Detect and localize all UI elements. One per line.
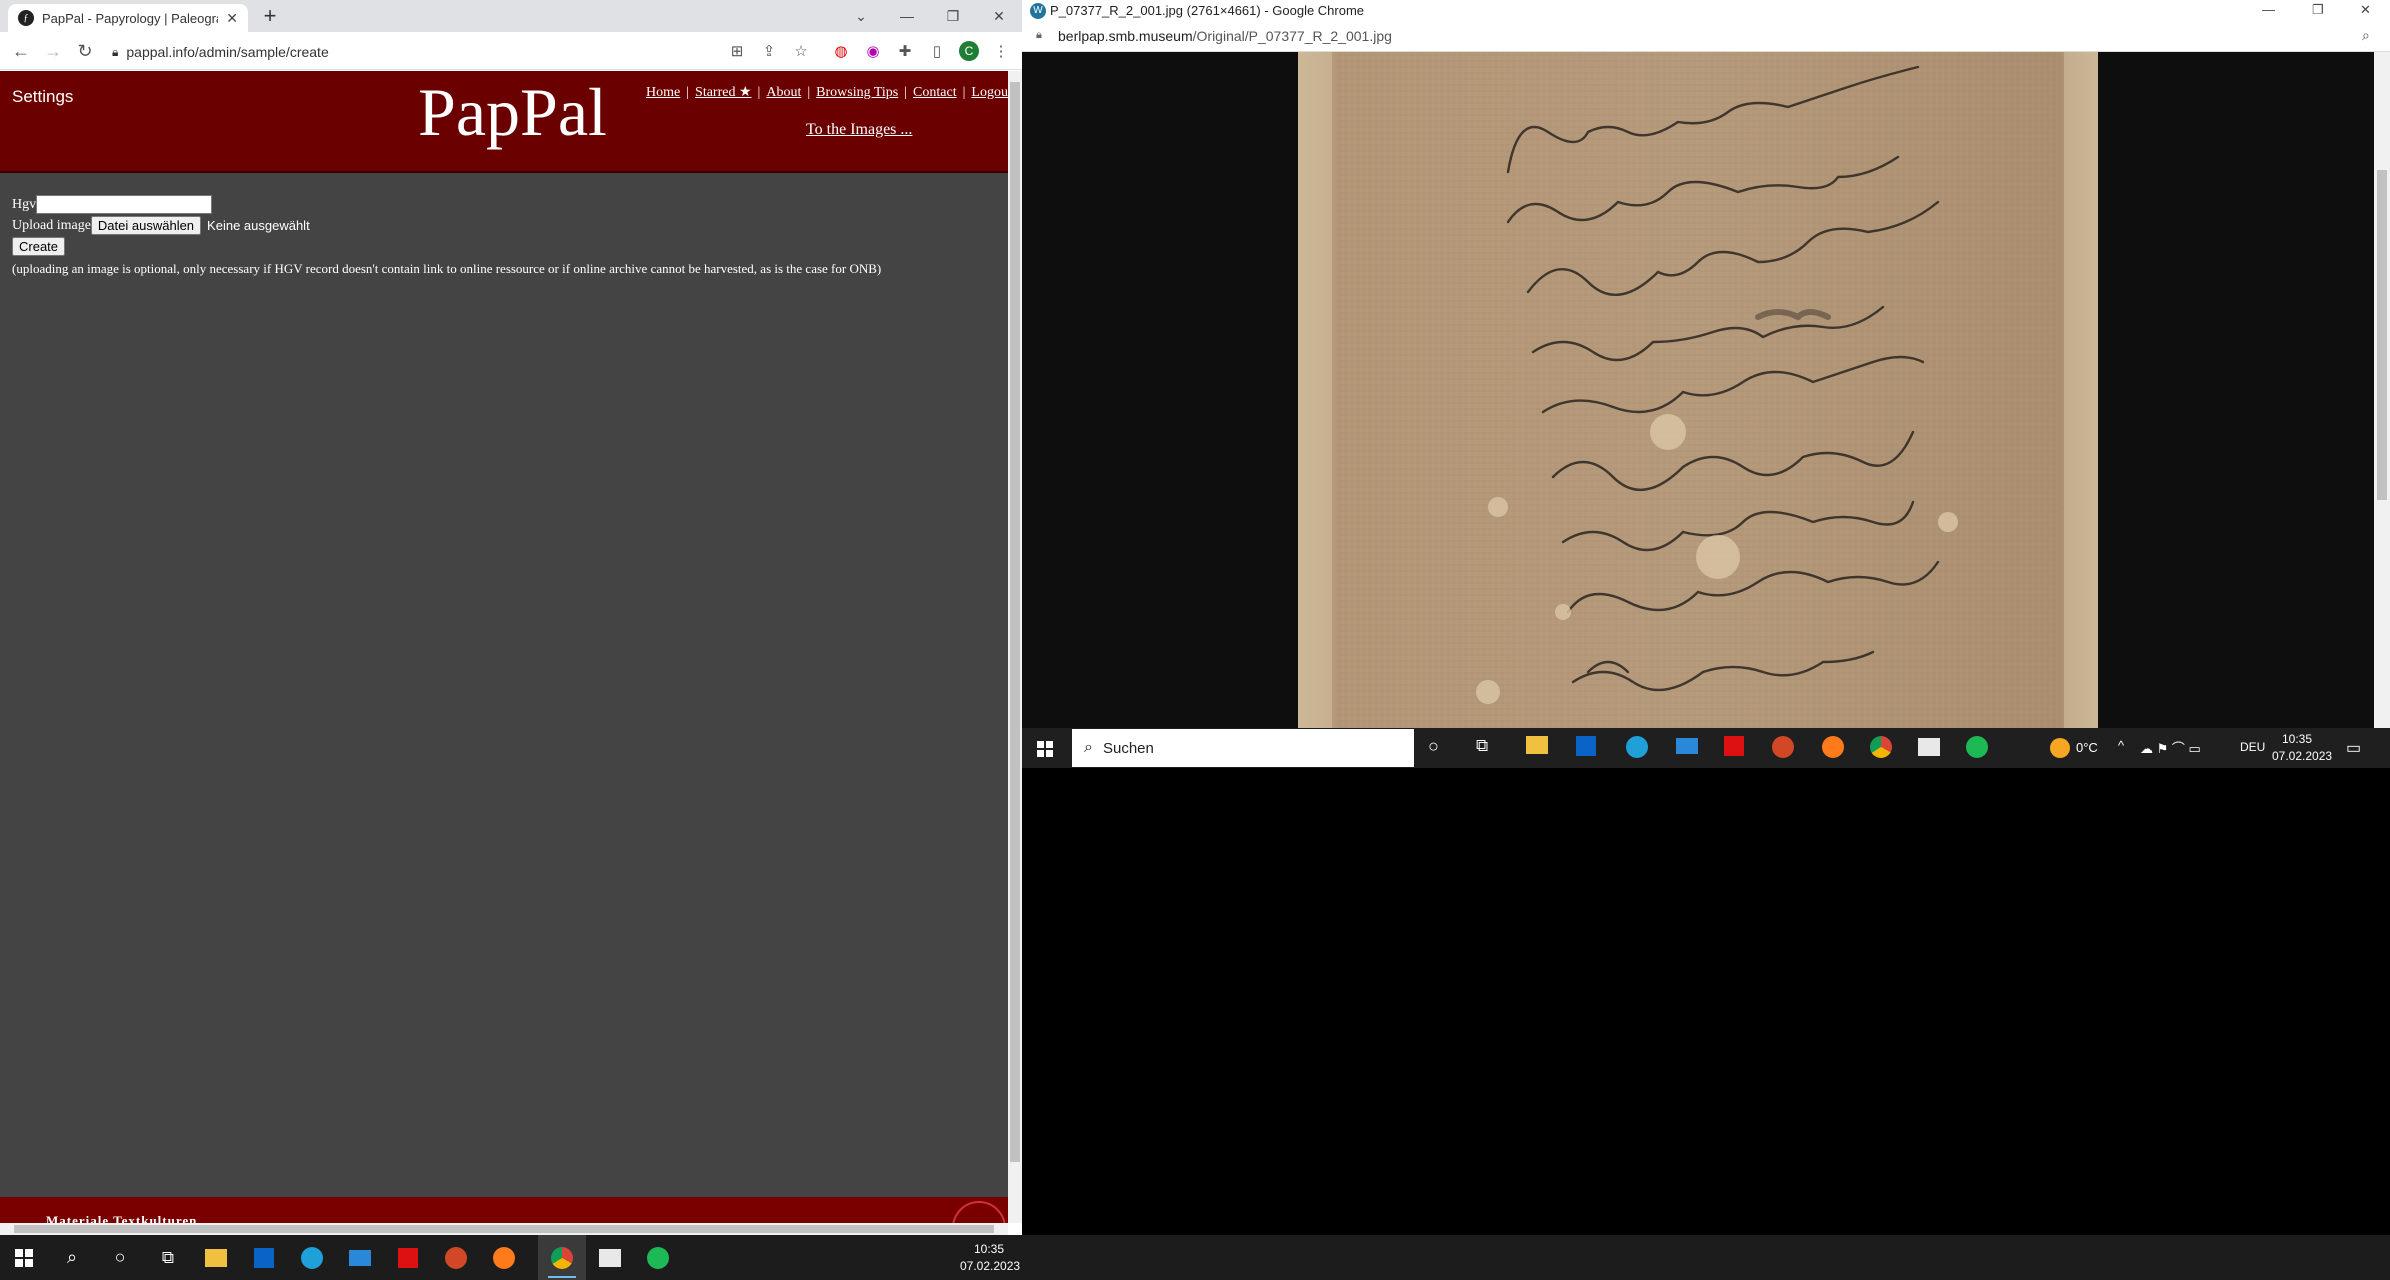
right-url: berlpap.smb.museum/Original/P_07377_R_2_… (1058, 28, 1392, 44)
inner-file-explorer-icon[interactable] (1526, 736, 1548, 754)
acrobat-icon[interactable] (384, 1235, 432, 1280)
restore-icon[interactable]: ❐ (930, 0, 976, 32)
nav-browsing-tips[interactable]: Browsing Tips (816, 85, 898, 100)
share-icon[interactable]: ⇪ (758, 40, 780, 62)
inner-weather-text: 0°C (2076, 740, 2098, 755)
inner-start-icon[interactable] (1032, 736, 1058, 762)
create-button[interactable]: Create (12, 237, 66, 256)
store-icon[interactable] (240, 1235, 288, 1280)
edge-icon[interactable] (288, 1235, 336, 1280)
powerpoint-icon[interactable] (432, 1235, 480, 1280)
nav-home[interactable]: Home (646, 85, 680, 100)
right-window-title: P_07377_R_2_001.jpg (2761×4661) - Google… (1050, 3, 1365, 18)
inner-edge-icon[interactable] (1626, 736, 1648, 758)
forward-icon[interactable]: → (42, 40, 64, 62)
wordpress-icon: W (1030, 3, 1046, 19)
extensions-puzzle-icon[interactable]: ✚ (894, 40, 916, 62)
tab-search-icon[interactable]: ⌄ (838, 0, 884, 32)
task-view-icon[interactable]: ⧉ (144, 1235, 192, 1280)
start-icon[interactable] (0, 1235, 48, 1280)
translate-icon[interactable]: ⊞ (726, 40, 748, 62)
extension-red-icon[interactable]: ◍ (830, 40, 852, 62)
inner-search-icon: ⌕ (1084, 739, 1093, 756)
tab-close-icon[interactable]: ✕ (226, 10, 238, 27)
tab-title: PapPal - Papyrology | Paleograph (42, 10, 219, 26)
taskbar-clock[interactable]: 10:35 07.02.2023 (960, 1241, 1020, 1275)
zoom-icon[interactable]: ⌕ (2362, 27, 2370, 44)
pappal-logo[interactable]: PapPal (418, 73, 607, 152)
inner-cortana-icon[interactable]: ○ (1428, 736, 1439, 757)
app-window-icon[interactable] (586, 1235, 634, 1280)
inner-spotify-icon[interactable] (1966, 736, 1988, 758)
inner-tray-icons[interactable]: ☁ ⚑ ⌒ ▭ (2140, 738, 2201, 757)
upload-image-label: Upload image (12, 217, 91, 233)
chrome-icon[interactable] (538, 1235, 586, 1280)
side-panel-icon[interactable]: ▯ (926, 40, 948, 62)
inner-weather-icon (2050, 738, 2070, 758)
inner-clock[interactable]: 10:35 07.02.2023 (2272, 731, 2332, 765)
nav-about[interactable]: About (766, 85, 801, 100)
inner-task-view-icon[interactable]: ⧉ (1476, 736, 1488, 756)
inner-powerpoint-icon[interactable] (1772, 736, 1794, 758)
search-icon[interactable]: ⌕ (48, 1235, 96, 1280)
inner-chrome-icon[interactable] (1870, 736, 1892, 758)
spotify-icon[interactable] (634, 1235, 682, 1280)
inner-lang[interactable]: DEU (2240, 740, 2265, 754)
inner-firefox-icon[interactable] (1822, 736, 1844, 758)
close-window-icon[interactable]: ✕ (976, 0, 1022, 32)
hgv-label: Hgv (12, 196, 37, 212)
inner-notification-icon[interactable]: ▭ (2346, 738, 2361, 758)
cortana-icon[interactable]: ○ (96, 1235, 144, 1280)
new-tab-button[interactable]: + (258, 4, 282, 28)
to-the-images-link[interactable]: To the Images ... (806, 121, 912, 139)
papyrus-drawing (1298, 52, 2098, 728)
inner-store-icon[interactable] (1576, 736, 1596, 756)
tab-pappal[interactable]: ƒ PapPal - Papyrology | Paleograph ✕ (8, 4, 248, 32)
inner-acrobat-icon[interactable] (1724, 736, 1744, 756)
menu-kebab-icon[interactable]: ⋮ (990, 40, 1012, 62)
lock-icon: 🔒︎ (112, 44, 119, 59)
firefox-icon[interactable] (480, 1235, 528, 1280)
inner-search-text: Suchen (1102, 739, 1154, 757)
choose-file-button[interactable]: Datei auswählen (90, 216, 202, 235)
pappal-favicon-icon: ƒ (18, 10, 34, 26)
inner-mail-icon[interactable] (1676, 738, 1698, 754)
address-bar[interactable]: 🔒︎ pappal.info/admin/sample/create (112, 40, 712, 64)
nav-logout[interactable]: Logout (971, 85, 1008, 100)
right-minimize-icon[interactable]: — (2262, 2, 2275, 17)
inner-search-box[interactable]: ⌕ Suchen (1072, 729, 1414, 767)
nav-starred[interactable]: Starred ★ (695, 85, 751, 100)
file-explorer-icon[interactable] (192, 1235, 240, 1280)
horizontal-scroll-thumb[interactable] (14, 1225, 994, 1233)
right-lock-icon: 🔒︎ (1036, 29, 1042, 41)
back-icon[interactable]: ← (10, 40, 32, 62)
upload-note: (uploading an image is optional, only ne… (12, 261, 882, 276)
extension-purple-icon[interactable]: ◉ (862, 40, 884, 62)
right-restore-icon[interactable]: ❐ (2312, 2, 2324, 18)
reload-icon[interactable]: ↻ (74, 40, 96, 62)
create-sample-form: Hgv Upload image Datei auswählen Keine a… (12, 186, 881, 277)
footer-text: Materiale Textkulturen (46, 1213, 198, 1223)
profile-avatar[interactable]: C (958, 40, 980, 62)
mail-icon[interactable] (336, 1235, 384, 1280)
left-browser-window: ƒ PapPal - Papyrology | Paleograph ✕ + ⌄… (0, 0, 1022, 1235)
vertical-scroll-thumb[interactable] (1010, 82, 1020, 1162)
nav-contact[interactable]: Contact (913, 85, 957, 100)
hgv-input[interactable] (36, 195, 213, 214)
minimize-icon[interactable]: — (884, 0, 930, 32)
right-scroll-thumb[interactable] (2377, 170, 2387, 500)
inner-app-window-icon[interactable] (1918, 738, 1940, 756)
settings-link[interactable]: Settings (12, 87, 73, 107)
right-close-icon[interactable]: ✕ (2360, 2, 2371, 18)
no-file-selected-text: Keine ausgewählt (207, 218, 310, 233)
bookmark-star-icon[interactable]: ☆ (790, 40, 812, 62)
inner-tray-chevron-icon[interactable]: ^ (2118, 738, 2124, 753)
url-text: pappal.info/admin/sample/create (126, 44, 329, 60)
papyrus-image[interactable] (1298, 52, 2098, 728)
pappal-page: Settings PapPal Home | Starred ★ | About | Bro… (0, 71, 1008, 1223)
main-nav: Home | Starred ★ | About | Browsing Tips | Conta… (646, 84, 1008, 101)
